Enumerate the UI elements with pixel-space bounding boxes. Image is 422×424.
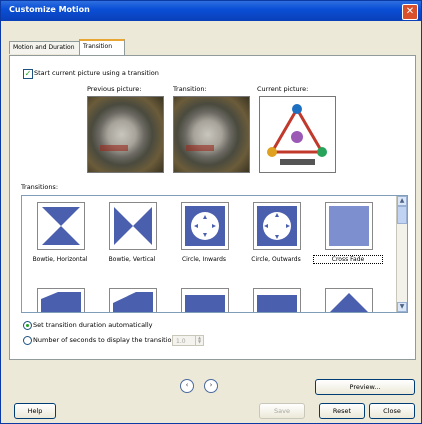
transition-thumb-row2-3[interactable] <box>181 288 229 312</box>
scroll-up-button[interactable]: ▲ <box>397 196 407 206</box>
wipe-down-icon <box>185 295 225 312</box>
scroll-down-button[interactable]: ▼ <box>397 302 407 312</box>
seconds-spinner[interactable]: 1.0 ▲ ▼ <box>172 335 204 346</box>
window-title: Customize Motion <box>9 5 90 14</box>
circle-inwards-label: Circle, Inwards <box>181 256 227 263</box>
close-window-button[interactable]: ✕ <box>402 4 418 20</box>
transition-preview-label: Transition: <box>173 85 207 93</box>
auto-duration-label: Set transition duration automatically <box>33 321 153 329</box>
bowtie-horizontal-label: Bowtie, Horizontal <box>32 256 88 263</box>
bowtie-vertical-thumb[interactable] <box>109 202 157 250</box>
wipe-diagonal-alt-icon <box>113 292 153 312</box>
bowtie-horizontal-thumb[interactable] <box>37 202 85 250</box>
cross-fade-thumb[interactable] <box>325 202 373 250</box>
wipe-diagonal-icon <box>41 292 81 312</box>
tab-motion-duration[interactable]: Motion and Duration <box>9 41 81 54</box>
transition-thumb-row2-5[interactable] <box>325 288 373 312</box>
save-button[interactable]: Save <box>259 403 305 419</box>
tab-transition[interactable]: Transition <box>79 39 125 56</box>
current-picture-image <box>259 96 336 173</box>
previous-picture-image <box>87 96 164 173</box>
cross-fade-label: Cross Fade <box>313 255 383 264</box>
close-button[interactable]: Close <box>369 403 415 419</box>
current-picture-label: Current picture: <box>257 85 309 93</box>
start-transition-label: Start current picture using a transition <box>34 69 159 77</box>
circle-outwards-icon <box>257 206 297 246</box>
circle-outwards-label: Circle, Outwards <box>251 256 301 263</box>
reset-button[interactable]: Reset <box>319 403 365 419</box>
seconds-radio[interactable] <box>23 336 32 345</box>
gallery-scrollbar[interactable]: ▲ ▼ <box>396 196 407 312</box>
wipe-up-icon <box>257 295 297 312</box>
transitions-label: Transitions: <box>21 183 59 191</box>
transition-preview-image <box>173 96 250 173</box>
scroll-thumb[interactable] <box>397 206 407 224</box>
customize-motion-dialog: Customize Motion ✕ Motion and Duration T… <box>0 0 422 424</box>
bowtie-vertical-label: Bowtie, Vertical <box>108 256 156 263</box>
transition-thumb-row2-4[interactable] <box>253 288 301 312</box>
circle-inwards-icon <box>185 206 225 246</box>
transition-thumb-row2-1[interactable] <box>37 288 85 312</box>
spinner-arrows-icon: ▲ ▼ <box>195 336 203 345</box>
preview-button[interactable]: Preview... <box>315 379 415 395</box>
circle-outwards-thumb[interactable] <box>253 202 301 250</box>
previous-picture-label: Previous picture: <box>87 85 142 93</box>
bowtie-horizontal-icon <box>42 207 80 245</box>
circle-inwards-thumb[interactable] <box>181 202 229 250</box>
diagram-thumbnail <box>267 104 327 165</box>
start-transition-checkbox[interactable]: ✓ <box>23 69 33 79</box>
transition-thumb-row2-2[interactable] <box>109 288 157 312</box>
previous-arrow-button[interactable]: ‹ <box>180 379 194 393</box>
title-bar[interactable]: Customize Motion ✕ <box>1 1 421 21</box>
seconds-label: Number of seconds to display the transit… <box>33 336 178 344</box>
next-arrow-button[interactable]: › <box>204 379 218 393</box>
diamond-icon <box>330 293 368 312</box>
bowtie-vertical-icon <box>114 207 152 245</box>
transitions-gallery[interactable]: Bowtie, Horizontal Bowtie, Vertical Circ… <box>21 195 408 313</box>
help-button[interactable]: Help <box>14 403 56 419</box>
cross-fade-icon <box>329 206 369 246</box>
seconds-value: 1.0 <box>176 338 186 345</box>
auto-duration-radio[interactable] <box>23 321 32 330</box>
